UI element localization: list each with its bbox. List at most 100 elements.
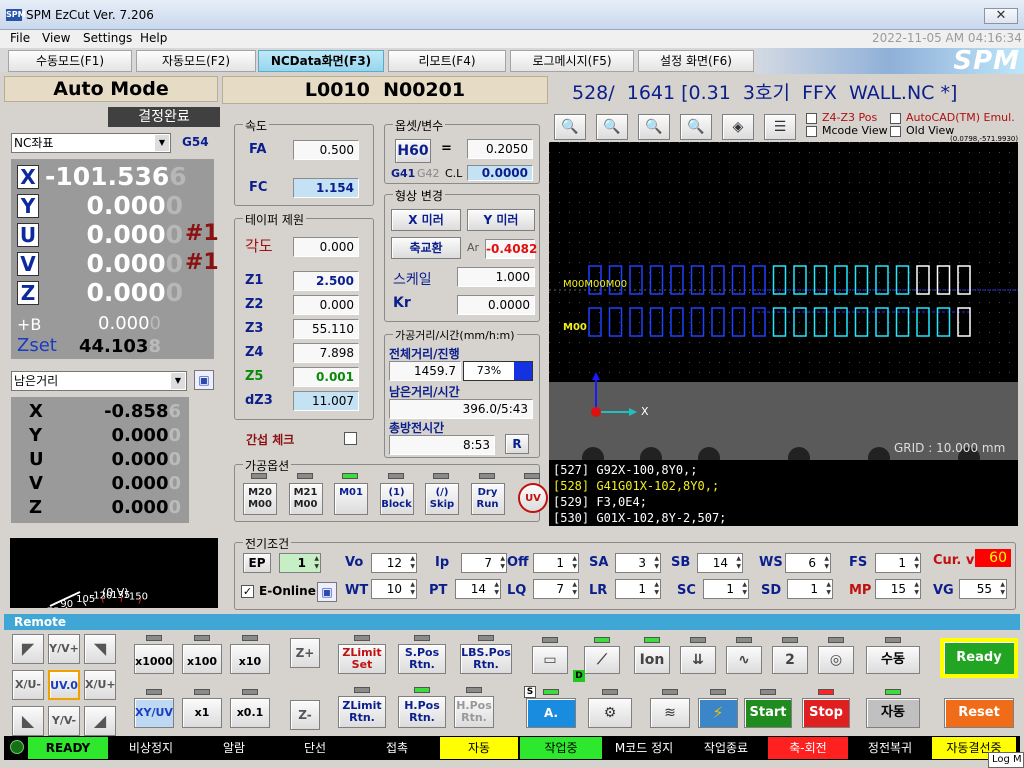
y-mirror-button[interactable]: Y 미러 (467, 209, 535, 231)
jog-button-7[interactable]: Y/V- (48, 706, 80, 736)
param-mp-spinner[interactable]: 15 (875, 579, 921, 599)
z-plus-button[interactable]: Z+ (290, 638, 320, 668)
zlimit-return-button[interactable]: ZLimit Rtn. (338, 696, 386, 728)
nozzle-icon[interactable]: ⇊ (680, 646, 716, 674)
log-tab[interactable]: Log M (988, 752, 1024, 768)
option-button-1[interactable]: M21 M00 (288, 483, 323, 515)
param-vg-spinner[interactable]: 55 (959, 579, 1007, 599)
view-tool-zoom-fit-icon[interactable]: 🔍 (554, 114, 586, 140)
wave-icon[interactable]: ∿ (726, 646, 762, 674)
taper-z4-field[interactable]: 7.898 (293, 343, 359, 363)
scale-field[interactable]: 1.000 (457, 267, 535, 287)
step-x1[interactable]: x1 (182, 698, 222, 728)
hpos-return-disabled-button[interactable]: H.Pos Rtn. (454, 696, 494, 728)
wire-count-button[interactable]: 2 (772, 646, 808, 674)
jog-button-8[interactable]: ◢ (84, 706, 116, 736)
menu-view[interactable]: View (42, 31, 70, 45)
step-x10[interactable]: x10 (230, 644, 270, 674)
close-button[interactable]: ✕ (984, 8, 1018, 24)
mcode-checkbox[interactable] (806, 126, 817, 137)
tab-settings[interactable]: 설정 화면(F6) (638, 50, 754, 72)
lbspos-return-button[interactable]: LBS.Pos Rtn. (460, 644, 512, 674)
jog-button-3[interactable]: X/U- (12, 670, 44, 700)
x-mirror-button[interactable]: X 미러 (391, 209, 461, 231)
save-icon[interactable]: ▣ (194, 370, 214, 390)
jog-button-1[interactable]: Y/V+ (48, 634, 80, 664)
h-value-field[interactable]: 0.2050 (467, 139, 533, 159)
jog-button-6[interactable]: ◣ (12, 706, 44, 736)
view-tool-list-view-icon[interactable]: ☰ (764, 114, 796, 140)
ion-button[interactable]: Ion (634, 646, 670, 674)
thread-button[interactable]: ⚙ (588, 698, 632, 728)
option-button-4[interactable]: (/) Skip (425, 483, 459, 515)
coord-system-select[interactable]: NC좌표 ▼ (11, 133, 171, 153)
ep-spinner[interactable]: 1 (279, 553, 321, 573)
menu-settings[interactable]: Settings (83, 31, 132, 45)
tab-ncdata[interactable]: NCData화면(F3) (258, 50, 384, 72)
option-button-6[interactable]: UV (518, 483, 548, 513)
param-ws-spinner[interactable]: 6 (785, 553, 831, 573)
filter-icon[interactable]: ≋ (650, 698, 690, 728)
tab-remote[interactable]: 리모트(F4) (388, 50, 506, 72)
param-ip-spinner[interactable]: 7 (461, 553, 507, 573)
view-tool-zoom-b-icon[interactable]: 🔍 (638, 114, 670, 140)
save-icon[interactable]: ▣ (317, 582, 337, 602)
param-sb-spinner[interactable]: 14 (697, 553, 743, 573)
ep-button[interactable]: EP (243, 553, 271, 573)
param-off-spinner[interactable]: 1 (533, 553, 579, 573)
tab-log[interactable]: 로그메시지(F5) (510, 50, 634, 72)
jog-button-2[interactable]: ◥ (84, 634, 116, 664)
wire-cut-icon[interactable]: ⟋ (584, 646, 620, 674)
hpos-return-button[interactable]: H.Pos Rtn. (398, 696, 446, 728)
z4z3-checkbox[interactable] (806, 113, 817, 124)
reset-button[interactable]: Reset (944, 698, 1014, 728)
manual-button[interactable]: 수동 (866, 646, 920, 674)
step-x01[interactable]: x0.1 (230, 698, 270, 728)
jog-button-5[interactable]: X/U+ (84, 670, 116, 700)
tank-icon[interactable]: ▭ (532, 646, 568, 674)
param-wt-spinner[interactable]: 10 (371, 579, 417, 599)
taper-z3-field[interactable]: 55.110 (293, 319, 359, 339)
param-sa-spinner[interactable]: 3 (615, 553, 661, 573)
param-pt-spinner[interactable]: 14 (455, 579, 501, 599)
remain-select[interactable]: 남은거리 ▼ (11, 371, 187, 391)
start-button[interactable]: Start (744, 698, 792, 728)
param-fs-spinner[interactable]: 1 (875, 553, 921, 573)
param-lq-spinner[interactable]: 7 (533, 579, 579, 599)
jog-button-4[interactable]: UV.0 (48, 670, 80, 700)
flush-icon[interactable]: ◎ (818, 646, 854, 674)
auto-button[interactable]: 자동 (866, 698, 920, 728)
step-x100[interactable]: x100 (182, 644, 222, 674)
angle-field[interactable]: 0.000 (293, 237, 359, 257)
option-button-2[interactable]: M01 (334, 483, 368, 515)
view-tool-pan-icon[interactable]: ◈ (722, 114, 754, 140)
interference-checkbox[interactable] (344, 432, 357, 445)
tab-auto[interactable]: 자동모드(F2) (136, 50, 256, 72)
view-tool-zoom-window-icon[interactable]: 🔍 (680, 114, 712, 140)
z-minus-button[interactable]: Z- (290, 700, 320, 730)
step-xyuv[interactable]: XY/UV (134, 698, 174, 728)
oldview-checkbox[interactable] (890, 126, 901, 137)
fa-field[interactable]: 0.500 (293, 140, 359, 160)
jog-button-0[interactable]: ◤ (12, 634, 44, 664)
option-button-3[interactable]: (1) Block (379, 483, 414, 515)
param-sd-spinner[interactable]: 1 (787, 579, 833, 599)
reset-time-button[interactable]: R (505, 434, 529, 454)
param-vo-spinner[interactable]: 12 (371, 553, 417, 573)
param-sc-spinner[interactable]: 1 (703, 579, 749, 599)
tab-manual[interactable]: 수동모드(F1) (8, 50, 132, 72)
menu-help[interactable]: Help (140, 31, 167, 45)
ready-button[interactable]: Ready (940, 638, 1018, 678)
zlimit-set-button[interactable]: ZLimit Set (338, 644, 386, 674)
auto-start-button[interactable]: A. Start (526, 698, 576, 748)
param-lr-spinner[interactable]: 1 (615, 579, 661, 599)
menu-file[interactable]: File (10, 31, 30, 45)
stop-button[interactable]: Stop (802, 698, 850, 728)
power-icon[interactable]: ⚡ (698, 698, 738, 728)
taper-z2-field[interactable]: 0.000 (293, 295, 359, 315)
step-x1000[interactable]: x1000 (134, 644, 174, 674)
eonline-checkbox[interactable]: ✓ (241, 585, 254, 598)
autocad-checkbox[interactable] (890, 113, 901, 124)
option-button-0[interactable]: M20 M00 (243, 483, 277, 515)
view-tool-zoom-100-icon[interactable]: 🔍 (596, 114, 628, 140)
